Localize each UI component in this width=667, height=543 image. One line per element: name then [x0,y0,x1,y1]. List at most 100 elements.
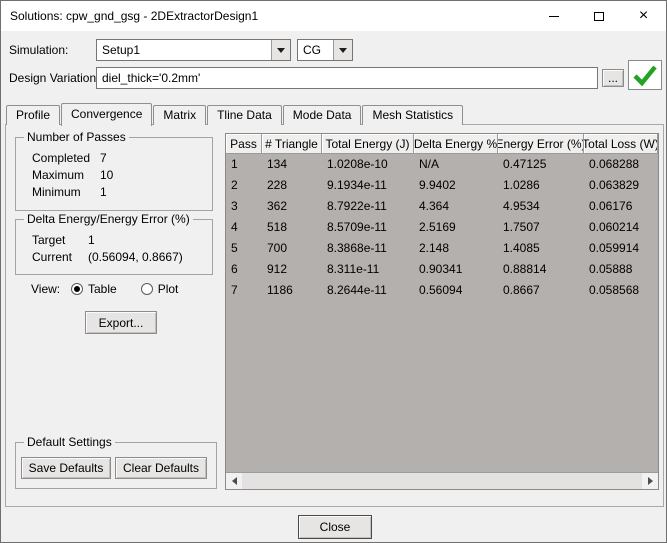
green-check-icon [633,65,657,86]
view-plot-radio[interactable]: Plot [140,282,179,296]
table-cell: 0.05888 [589,262,633,276]
setup-dropdown[interactable]: Setup1 [96,39,291,61]
delta-row-label: Current [32,250,73,264]
simulation-label: Simulation: [9,43,69,57]
solutions-dialog: Solutions: cpw_gnd_gsg - 2DExtractorDesi… [0,0,667,543]
radio-unselected-icon [140,283,153,295]
valid-solution-button[interactable] [628,60,662,90]
table-cell: 4.364 [419,199,450,213]
tab-profile[interactable]: Profile [6,105,61,125]
passes-row-value: 10 [100,168,114,182]
radio-label: Plot [157,282,179,296]
radio-selected-icon [71,283,83,295]
column-header-total-energy[interactable]: Total Energy (J) [322,134,414,154]
table-cell: 1186 [267,283,293,297]
delta-row-label: Target [32,233,66,247]
scroll-left-button[interactable] [226,473,242,489]
table-cell: 912 [267,262,288,276]
titlebar: Solutions: cpw_gnd_gsg - 2DExtractorDesi… [1,1,666,31]
view-table-radio[interactable]: Table [71,282,117,296]
table-cell: 0.88814 [503,262,547,276]
table-cell: 7 [231,283,238,297]
table-row[interactable]: 6 912 8.311e-11 0.90341 0.88814 0.05888 [226,259,658,280]
tab-mode-data[interactable]: Mode Data [282,105,362,125]
passes-row-value: 7 [100,151,107,165]
horizontal-scrollbar[interactable] [226,472,658,489]
table-row[interactable]: 3 362 8.7922e-11 4.364 4.9534 0.06176 [226,196,658,217]
save-defaults-button[interactable]: Save Defaults [21,457,111,479]
table-cell: 0.063829 [589,178,640,192]
delta-row-value: (0.56094, 0.8667) [88,250,183,264]
table-cell: 8.311e-11 [327,262,380,276]
table-row[interactable]: 2 228 9.1934e-11 9.9402 1.0286 0.063829 [226,175,658,196]
scrollbar-thumb[interactable] [242,473,642,489]
arrow-left-icon [231,477,237,485]
table-cell: 2 [231,178,238,192]
maximize-button[interactable] [576,1,621,31]
table-row[interactable]: 4 518 8.5709e-11 2.5169 1.7507 0.060214 [226,217,658,238]
minimize-icon [548,15,559,17]
column-header-triangle[interactable]: # Triangle [262,134,322,154]
group-title: Number of Passes [24,130,129,144]
table-cell: 4 [231,220,238,234]
passes-row-label: Minimum [32,185,81,199]
table-cell: 228 [267,178,288,192]
delta-row: Target 1 [32,232,212,249]
chevron-down-icon [271,40,290,60]
table-row[interactable]: 7 1186 8.2644e-11 0.56094 0.8667 0.058568 [226,280,658,301]
table-cell: 8.2644e-11 [327,283,387,297]
close-button[interactable]: Close [298,515,372,539]
table-cell: 0.90341 [419,262,463,276]
minimize-button[interactable] [531,1,576,31]
table-header-row: Pass # Triangle Total Energy (J) Delta E… [226,134,658,154]
convergence-table: Pass # Triangle Total Energy (J) Delta E… [225,133,659,490]
table-cell: 0.8667 [503,283,540,297]
group-title: Delta Energy/Energy Error (%) [24,212,193,226]
tab-mesh-statistics[interactable]: Mesh Statistics [362,105,464,125]
tab-convergence[interactable]: Convergence [61,103,153,126]
table-cell: 0.56094 [419,283,463,297]
clear-defaults-button[interactable]: Clear Defaults [115,457,207,479]
arrow-right-icon [647,477,653,485]
passes-row-value: 1 [100,185,107,199]
default-settings-group: Default Settings Save Defaults Clear Def… [15,435,217,489]
browse-button[interactable]: ... [602,69,624,87]
close-icon: × [638,7,649,24]
table-cell: 0.068288 [589,157,640,171]
export-button[interactable]: Export... [85,311,157,334]
design-variation-field[interactable] [96,67,598,89]
group-title: Default Settings [24,435,115,449]
column-header-total-loss[interactable]: Total Loss (W) [584,134,658,154]
scroll-right-button[interactable] [642,473,658,489]
table-cell: 6 [231,262,238,276]
table-cell: 1.0208e-10 [327,157,388,171]
tab-tline-data[interactable]: Tline Data [207,105,282,125]
column-header-energy-error[interactable]: Energy Error (%) [498,134,584,154]
table-cell: 9.9402 [419,178,456,192]
table-row[interactable]: 1 134 1.0208e-10 N/A 0.47125 0.068288 [226,154,658,175]
table-cell: 2.148 [419,241,450,255]
table-cell: 8.3868e-11 [327,241,387,255]
table-cell: 1.4085 [503,241,540,255]
table-cell: 1.0286 [503,178,540,192]
tab-bar: Profile Convergence Matrix Tline Data Mo… [6,103,464,126]
delta-energy-group: Delta Energy/Energy Error (%) Target 1 C… [15,212,213,275]
table-cell: 8.7922e-11 [327,199,387,213]
tab-matrix[interactable]: Matrix [153,105,207,125]
table-cell: 0.060214 [589,220,640,234]
titlebar-close-button[interactable]: × [621,1,666,31]
delta-row: Current (0.56094, 0.8667) [32,249,212,266]
matrix-type-dropdown[interactable]: CG [297,39,353,61]
table-row[interactable]: 5 700 8.3868e-11 2.148 1.4085 0.059914 [226,238,658,259]
column-header-pass[interactable]: Pass [226,134,262,154]
passes-row: Maximum 10 [32,167,212,184]
column-header-delta-energy[interactable]: Delta Energy % [414,134,498,154]
table-cell: 134 [267,157,288,171]
table-cell: 8.5709e-11 [327,220,387,234]
table-cell: 4.9534 [503,199,540,213]
table-cell: 518 [267,220,288,234]
table-cell: 2.5169 [419,220,456,234]
passes-row: Completed 7 [32,150,212,167]
scrollbar-track[interactable] [242,473,642,489]
setup-dropdown-value: Setup1 [102,43,141,57]
